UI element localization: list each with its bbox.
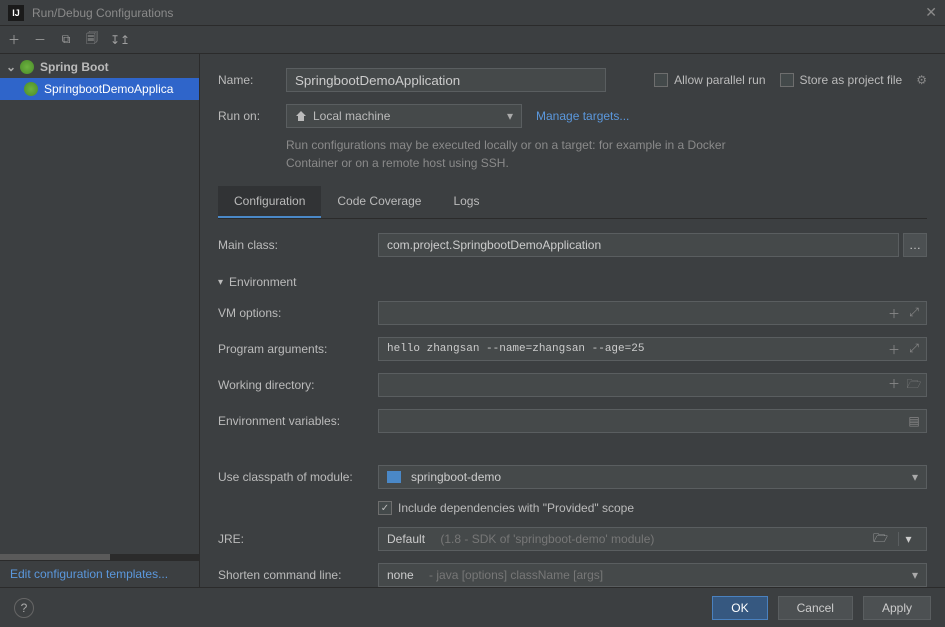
insert-icon[interactable]: ＋ [886,305,902,322]
program-args-label: Program arguments: [218,342,378,356]
vm-options-input[interactable] [387,306,918,320]
program-args-field[interactable]: ＋ ⤢ [378,337,927,361]
env-vars-label: Environment variables: [218,414,378,428]
tab-code-coverage[interactable]: Code Coverage [321,186,437,218]
environment-section-label: Environment [229,275,296,289]
window-title: Run/Debug Configurations [32,6,925,20]
jre-value: Default [387,532,425,546]
module-icon [387,471,401,483]
close-icon[interactable]: ✕ [925,4,937,21]
include-provided-label: Include dependencies with "Provided" sco… [398,501,634,515]
spring-boot-icon [24,82,38,96]
manage-targets-link[interactable]: Manage targets... [536,109,629,123]
working-dir-field[interactable]: ＋ 🗁 [378,373,927,397]
name-label: Name: [218,73,272,87]
shorten-value: none [387,568,414,582]
vm-options-label: VM options: [218,306,378,320]
browse-main-class-button[interactable]: … [903,233,927,257]
spring-boot-icon [20,60,34,74]
classpath-combo[interactable]: springboot-demo ▾ [378,465,927,489]
chevron-down-icon: ⌄ [6,60,16,74]
insert-icon[interactable]: ＋ [886,375,902,396]
edit-config-templates-link[interactable]: Edit configuration templates... [0,560,199,587]
insert-icon[interactable]: ＋ [886,341,902,358]
tab-configuration[interactable]: Configuration [218,186,321,218]
store-as-project-checkbox[interactable]: Store as project file [780,73,903,87]
classpath-value: springboot-demo [411,470,501,484]
run-on-combo[interactable]: Local machine ▾ [286,104,522,128]
add-icon[interactable]: ＋ [6,31,22,48]
vm-options-field[interactable]: ＋ ⤢ [378,301,927,325]
env-vars-input[interactable] [387,414,918,428]
tree-item-springbootdemo[interactable]: SpringbootDemoApplica [0,78,199,100]
copy-icon[interactable]: ⧉ [58,32,74,47]
home-icon [295,110,307,122]
shorten-label: Shorten command line: [218,568,378,582]
expand-icon[interactable]: ⤢ [906,305,922,322]
browse-folder-icon[interactable]: 🗁 [906,375,922,396]
classpath-label: Use classpath of module: [218,470,378,484]
shorten-hint: - java [options] className [args] [429,568,603,582]
run-on-hint: Run configurations may be executed local… [218,136,738,172]
chevron-down-icon: ▾ [507,109,513,123]
checkbox-icon [780,73,794,87]
list-icon[interactable]: ▤ [906,414,922,428]
jre-label: JRE: [218,532,378,546]
apply-button[interactable]: Apply [863,596,931,620]
include-provided-checkbox[interactable]: Include dependencies with "Provided" sco… [378,501,634,515]
sidebar-scrollbar[interactable] [0,554,199,560]
chevron-down-icon: ▾ [912,470,918,484]
tree-item-label: SpringbootDemoApplica [44,82,173,96]
shorten-combo[interactable]: none - java [options] className [args] ▾ [378,563,927,587]
name-input[interactable] [286,68,606,92]
browse-folder-icon[interactable]: 🗁 [873,529,888,550]
checkbox-checked-icon [378,501,392,515]
tab-logs[interactable]: Logs [437,186,495,218]
sort-icon[interactable]: ↧↥ [110,33,126,47]
main-class-input[interactable] [387,238,890,252]
tree-group-label: Spring Boot [40,60,109,74]
working-dir-label: Working directory: [218,378,378,392]
run-on-label: Run on: [218,109,272,123]
working-dir-input[interactable] [387,378,918,392]
save-icon[interactable]: 🗐 [84,29,100,50]
chevron-down-icon: ▾ [912,568,918,582]
environment-section-header[interactable]: ▾ Environment [218,269,927,301]
main-class-label: Main class: [218,238,378,252]
main-class-field[interactable] [378,233,899,257]
tree-group-spring-boot[interactable]: ⌄ Spring Boot [0,56,199,78]
jre-combo[interactable]: Default (1.8 - SDK of 'springboot-demo' … [378,527,927,551]
app-icon: IJ [8,5,24,21]
checkbox-icon [654,73,668,87]
chevron-down-icon: ▾ [898,532,918,546]
tabs: Configuration Code Coverage Logs [218,186,927,219]
remove-icon[interactable]: － [32,31,48,48]
config-tree: ⌄ Spring Boot SpringbootDemoApplica [0,54,199,554]
cancel-button[interactable]: Cancel [778,596,853,620]
env-vars-field[interactable]: ▤ [378,409,927,433]
allow-parallel-checkbox[interactable]: Allow parallel run [654,73,765,87]
jre-hint: (1.8 - SDK of 'springboot-demo' module) [440,532,654,546]
gear-icon[interactable]: ⚙ [916,73,927,87]
allow-parallel-label: Allow parallel run [674,73,765,87]
help-button[interactable]: ? [14,598,34,618]
chevron-down-icon: ▾ [218,277,223,288]
run-on-value: Local machine [313,109,390,123]
ok-button[interactable]: OK [712,596,767,620]
expand-icon[interactable]: ⤢ [906,341,922,358]
store-as-project-label: Store as project file [800,73,903,87]
program-args-input[interactable] [387,343,918,355]
